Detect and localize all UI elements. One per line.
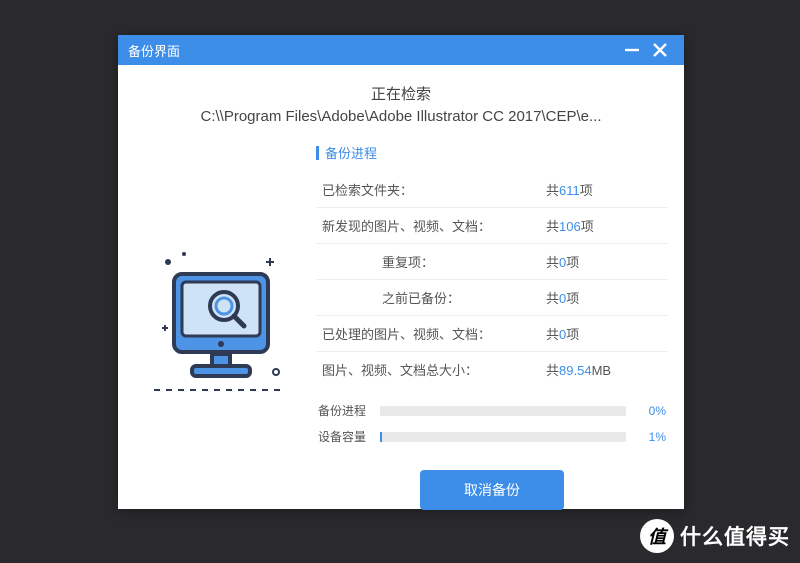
row-label: 已处理的图片、视频、文档：	[318, 324, 546, 343]
monitor-search-icon	[144, 240, 294, 420]
progress-bar	[380, 432, 626, 442]
progress-device: 设备容量 1%	[318, 428, 666, 445]
row-value: 共89.54MB	[546, 360, 666, 379]
row-label: 新发现的图片、视频、文档：	[318, 216, 546, 235]
illustration	[122, 139, 316, 510]
row-label: 已检索文件夹：	[318, 180, 546, 199]
progress-bar	[380, 406, 626, 416]
backup-dialog: 备份界面 正在检索 C:\\Program Files\Adobe\Adobe …	[118, 35, 684, 509]
row-label: 重复项：	[318, 252, 546, 271]
header: 正在检索 C:\\Program Files\Adobe\Adobe Illus…	[118, 65, 684, 139]
watermark: 值 什么值得买	[640, 519, 790, 553]
row-value: 共0项	[546, 324, 666, 343]
progress-percent: 0%	[626, 404, 666, 418]
row-scanned: 已检索文件夹： 共611项	[316, 172, 668, 207]
watermark-badge: 值	[640, 519, 674, 553]
row-label: 图片、视频、文档总大小：	[318, 360, 546, 379]
row-duplicate: 重复项： 共0项	[316, 243, 668, 279]
watermark-text: 什么值得买	[680, 521, 790, 551]
status-text: 正在检索	[138, 83, 664, 104]
current-path: C:\\Program Files\Adobe\Adobe Illustrato…	[138, 108, 664, 125]
row-total-size: 图片、视频、文档总大小： 共89.54MB	[316, 351, 668, 387]
row-value: 共0项	[546, 252, 666, 271]
section-title: 备份进程	[316, 143, 668, 162]
window-title: 备份界面	[128, 41, 180, 60]
progress-panel: 备份进程 已检索文件夹： 共611项 新发现的图片、视频、文档： 共106项 重…	[316, 139, 668, 510]
progress-backup: 备份进程 0%	[318, 402, 666, 419]
close-button[interactable]	[646, 41, 674, 59]
progress-percent: 1%	[626, 430, 666, 444]
row-processed: 已处理的图片、视频、文档： 共0项	[316, 315, 668, 351]
titlebar: 备份界面	[118, 35, 684, 65]
cancel-backup-button[interactable]: 取消备份	[420, 470, 564, 510]
progress-label: 备份进程	[318, 402, 380, 419]
row-value: 共611项	[546, 180, 666, 199]
row-prev-backup: 之前已备份： 共0项	[316, 279, 668, 315]
row-label: 之前已备份：	[318, 288, 546, 307]
row-found: 新发现的图片、视频、文档： 共106项	[316, 207, 668, 243]
minimize-button[interactable]	[618, 41, 646, 59]
progress-label: 设备容量	[318, 428, 380, 445]
row-value: 共106项	[546, 216, 666, 235]
row-value: 共0项	[546, 288, 666, 307]
